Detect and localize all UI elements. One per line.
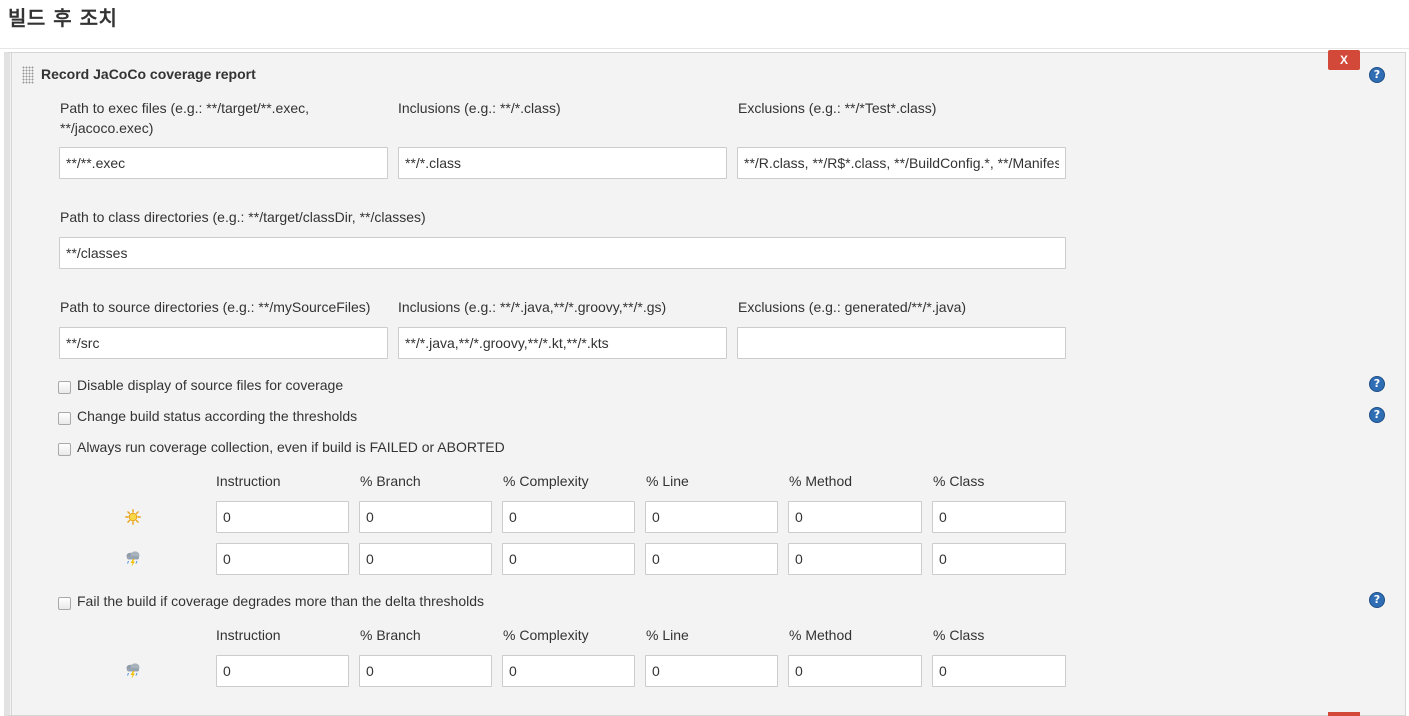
- class-inclusions-input[interactable]: [398, 147, 727, 179]
- header-branch: % Branch: [360, 473, 421, 489]
- change-status-label: Change build status according the thresh…: [77, 408, 358, 424]
- panel-border: [11, 52, 12, 716]
- healthy-instruction-input[interactable]: [216, 501, 349, 533]
- fail-delta-option[interactable]: Fail the build if coverage degrades more…: [58, 591, 484, 611]
- delete-button[interactable]: X: [1328, 50, 1360, 70]
- help-icon[interactable]: [1369, 376, 1385, 392]
- source-dirs-input[interactable]: [59, 327, 388, 359]
- delta-class-input[interactable]: [932, 655, 1066, 687]
- always-run-checkbox[interactable]: [58, 442, 71, 456]
- header-class: % Class: [933, 473, 985, 489]
- exec-path-label: Path to exec files (e.g.: **/target/**.e…: [60, 100, 310, 116]
- source-inclusions-input[interactable]: [398, 327, 727, 359]
- delta-header-complexity: % Complexity: [503, 627, 589, 643]
- disable-source-option[interactable]: Disable display of source files for cove…: [58, 375, 343, 395]
- delta-header-branch: % Branch: [360, 627, 421, 643]
- delta-branch-input[interactable]: [359, 655, 492, 687]
- fail-delta-label: Fail the build if coverage degrades more…: [77, 593, 485, 609]
- unhealthy-method-input[interactable]: [788, 543, 922, 575]
- healthy-branch-input[interactable]: [359, 501, 492, 533]
- class-exclusions-label: Exclusions (e.g.: **/*Test*.class): [738, 100, 937, 116]
- class-dirs-input[interactable]: [59, 237, 1066, 269]
- unhealthy-complexity-input[interactable]: [502, 543, 635, 575]
- always-run-option[interactable]: Always run coverage collection, even if …: [58, 437, 505, 457]
- delta-instruction-input[interactable]: [216, 655, 349, 687]
- delta-line-input[interactable]: [645, 655, 778, 687]
- class-dirs-label: Path to class directories (e.g.: **/targ…: [60, 209, 426, 225]
- exec-path-input[interactable]: [59, 147, 388, 179]
- delta-method-input[interactable]: [788, 655, 922, 687]
- fail-delta-checkbox[interactable]: [58, 596, 71, 610]
- source-exclusions-input[interactable]: [737, 327, 1066, 359]
- source-exclusions-label: Exclusions (e.g.: generated/**/*.java): [738, 299, 967, 315]
- always-run-label: Always run coverage collection, even if …: [77, 439, 505, 455]
- unhealthy-branch-input[interactable]: [359, 543, 492, 575]
- healthy-complexity-input[interactable]: [502, 501, 635, 533]
- unhealthy-class-input[interactable]: [932, 543, 1066, 575]
- header-complexity: % Complexity: [503, 473, 589, 489]
- healthy-method-input[interactable]: [788, 501, 922, 533]
- delta-header-instruction: Instruction: [216, 627, 281, 643]
- drag-handle-icon[interactable]: [22, 66, 34, 84]
- healthy-class-input[interactable]: [932, 501, 1066, 533]
- disable-source-checkbox[interactable]: [58, 380, 71, 394]
- unhealthy-line-input[interactable]: [645, 543, 778, 575]
- class-inclusions-label: Inclusions (e.g.: **/*.class): [398, 100, 561, 116]
- plugin-title: Record JaCoCo coverage report: [41, 66, 256, 82]
- help-icon[interactable]: [1369, 67, 1385, 83]
- unhealthy-instruction-input[interactable]: [216, 543, 349, 575]
- header-instruction: Instruction: [216, 473, 281, 489]
- help-icon[interactable]: [1369, 592, 1385, 608]
- help-icon[interactable]: [1369, 407, 1385, 423]
- healthy-line-input[interactable]: [645, 501, 778, 533]
- exec-path-label-cont: **/jacoco.exec): [60, 120, 154, 136]
- next-delete-button-edge: [1328, 712, 1360, 716]
- delta-header-line: % Line: [646, 627, 689, 643]
- title-divider: [0, 48, 1409, 49]
- storm-icon: [126, 551, 140, 567]
- header-line: % Line: [646, 473, 689, 489]
- source-dirs-label: Path to source directories (e.g.: **/myS…: [60, 299, 371, 315]
- delta-header-method: % Method: [789, 627, 853, 643]
- class-exclusions-input[interactable]: [737, 147, 1066, 179]
- change-status-checkbox[interactable]: [58, 411, 71, 425]
- delta-complexity-input[interactable]: [502, 655, 635, 687]
- storm-icon: [126, 663, 140, 679]
- sun-icon: [125, 509, 141, 525]
- delta-header-class: % Class: [933, 627, 985, 643]
- change-status-option[interactable]: Change build status according the thresh…: [58, 406, 357, 426]
- source-inclusions-label: Inclusions (e.g.: **/*.java,**/*.groovy,…: [398, 299, 667, 315]
- header-method: % Method: [789, 473, 853, 489]
- disable-source-label: Disable display of source files for cove…: [77, 377, 344, 393]
- section-title: 빌드 후 조치: [8, 6, 118, 30]
